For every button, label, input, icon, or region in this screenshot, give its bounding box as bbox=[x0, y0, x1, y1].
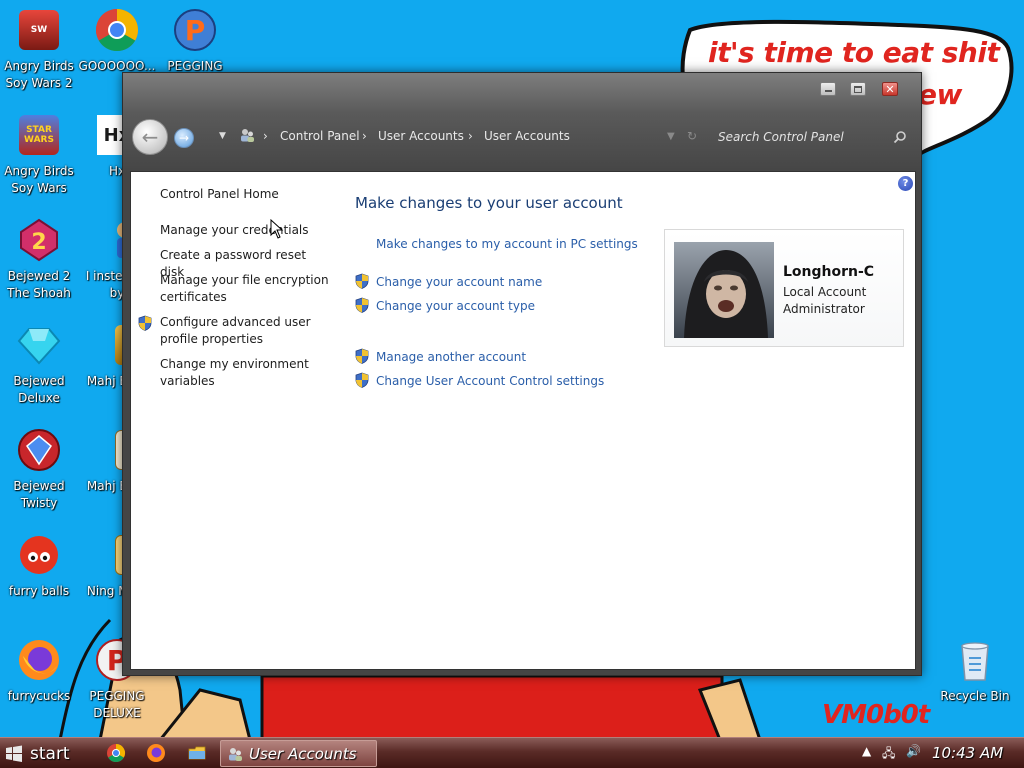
bejeweled-twist-icon bbox=[17, 428, 61, 472]
desktop-icon-pegging[interactable]: P PEGGING bbox=[156, 8, 234, 75]
desktop-icon-angry-birds-soy-wars-2[interactable]: SW Angry Birds Soy Wars 2 bbox=[0, 8, 78, 92]
desktop-icon-label: Bejewed 2 The Shoah bbox=[7, 269, 71, 300]
manage-another-account-link[interactable]: Manage another account bbox=[376, 349, 526, 365]
help-button[interactable]: ? bbox=[898, 176, 913, 191]
svg-text:2: 2 bbox=[31, 230, 46, 255]
pc-settings-link[interactable]: Make changes to my account in PC setting… bbox=[376, 236, 638, 252]
bejeweled-2-icon: 2 bbox=[17, 218, 61, 262]
start-label: start bbox=[30, 743, 70, 764]
uac-settings-link[interactable]: Change User Account Control settings bbox=[376, 373, 604, 389]
breadcrumb-user-accounts-current[interactable]: User Accounts bbox=[484, 129, 570, 143]
wallpaper-bubble-text: it's time to eat shit bbox=[708, 36, 1000, 69]
account-card: Longhorn-C Local Account Administrator bbox=[664, 229, 904, 347]
taskbar-button-user-accounts[interactable]: User Accounts bbox=[220, 740, 377, 767]
furry-balls-icon bbox=[17, 533, 61, 577]
recent-pages-dropdown[interactable]: ▼ bbox=[219, 131, 226, 141]
desktop-icon-label: PEGGING DELUXE bbox=[89, 689, 145, 720]
breadcrumb-user-accounts[interactable]: User Accounts bbox=[378, 129, 464, 143]
user-accounts-icon bbox=[229, 747, 242, 761]
angry-birds-star-wars-icon: STAR WARS bbox=[17, 113, 61, 157]
taskbar-task-label: User Accounts bbox=[249, 744, 357, 763]
breadcrumb-control-panel[interactable]: Control Panel bbox=[280, 129, 360, 143]
maximize-button[interactable] bbox=[850, 82, 866, 96]
desktop-icon-furrycucks[interactable]: furrycucks bbox=[0, 638, 78, 705]
desktop-icon-bejewed-deluxe[interactable]: Bejewed Deluxe bbox=[0, 323, 78, 407]
breadcrumb-separator: › bbox=[263, 129, 268, 143]
network-icon[interactable]: 🖧 bbox=[882, 744, 895, 765]
minimize-icon bbox=[824, 90, 832, 92]
account-name: Longhorn-C bbox=[783, 264, 875, 280]
sidebar-item-environment-variables[interactable]: Change my environment variables bbox=[160, 356, 330, 390]
search-icon[interactable] bbox=[893, 130, 907, 144]
chrome-icon bbox=[95, 8, 139, 52]
sidebar-item-manage-credentials[interactable]: Manage your credentials bbox=[160, 222, 330, 239]
uac-shield-icon bbox=[138, 315, 152, 331]
taskbar-clock[interactable]: 10:43 AM bbox=[932, 744, 1003, 762]
maximize-icon bbox=[854, 85, 862, 93]
show-hidden-icons-button[interactable]: ▲ bbox=[862, 744, 871, 758]
account-picture bbox=[674, 242, 774, 338]
svg-text:P: P bbox=[185, 14, 206, 47]
close-button[interactable]: ✕ bbox=[882, 82, 898, 96]
arrow-right-icon: → bbox=[178, 131, 190, 145]
page-title: Make changes to your user account bbox=[355, 194, 623, 212]
arrow-left-icon: ← bbox=[141, 125, 159, 149]
user-accounts-icon bbox=[241, 129, 254, 142]
sidebar-item-advanced-user-profile[interactable]: Configure advanced user profile properti… bbox=[160, 314, 330, 348]
windows-logo-icon bbox=[6, 745, 22, 762]
back-button[interactable]: ← bbox=[132, 119, 168, 155]
help-icon: ? bbox=[902, 178, 909, 189]
angry-birds-star-wars-2-icon: SW bbox=[17, 8, 61, 52]
account-role: Administrator bbox=[783, 302, 865, 316]
desktop-icon-label: Angry Birds Soy Wars bbox=[4, 164, 74, 195]
address-history-dropdown[interactable]: ▼ bbox=[667, 131, 675, 142]
firefox-icon bbox=[17, 638, 61, 682]
change-account-type-link[interactable]: Change your account type bbox=[376, 298, 535, 314]
firefox-taskbar-icon[interactable] bbox=[146, 743, 166, 763]
sidebar-item-control-panel-home[interactable]: Control Panel Home bbox=[160, 186, 330, 203]
desktop-icon-bejewed-2[interactable]: 2 Bejewed 2 The Shoah bbox=[0, 218, 78, 302]
breadcrumb-separator: › bbox=[468, 129, 473, 143]
desktop-icon-bejewed-twisty[interactable]: Bejewed Twisty bbox=[0, 428, 78, 512]
bejeweled-deluxe-icon bbox=[17, 323, 61, 367]
minimize-button[interactable] bbox=[820, 82, 836, 96]
uac-shield-icon bbox=[355, 297, 369, 313]
refresh-icon[interactable]: ↻ bbox=[687, 129, 697, 143]
recycle-bin-icon bbox=[953, 638, 997, 682]
window-content: ? Control Panel Home Manage your credent… bbox=[130, 171, 916, 670]
search-input[interactable] bbox=[716, 125, 912, 149]
uac-shield-icon bbox=[355, 372, 369, 388]
desktop-icon-angry-birds-soy-wars[interactable]: STAR WARS Angry Birds Soy Wars bbox=[0, 113, 78, 197]
sidebar-item-file-encryption-certificates[interactable]: Manage your file encryption certificates bbox=[160, 272, 330, 306]
volume-icon[interactable]: 🔊 bbox=[906, 744, 921, 758]
desktop-icon-label: Recycle Bin bbox=[940, 689, 1010, 703]
desktop-icon-label: Angry Birds Soy Wars 2 bbox=[4, 59, 74, 90]
desktop-icon-label: Bejewed Deluxe bbox=[13, 374, 65, 405]
forward-button[interactable]: → bbox=[174, 128, 194, 148]
file-explorer-taskbar-icon[interactable] bbox=[187, 743, 207, 763]
desktop-icon-label: furrycucks bbox=[7, 689, 71, 703]
uac-shield-icon bbox=[355, 273, 369, 289]
uac-shield-icon bbox=[355, 348, 369, 364]
start-button[interactable]: start bbox=[4, 740, 78, 767]
desktop-icon-furry-balls[interactable]: furry balls bbox=[0, 533, 78, 600]
breadcrumb-separator: › bbox=[362, 129, 367, 143]
chrome-taskbar-icon[interactable] bbox=[106, 743, 126, 763]
desktop-icon-label: furry balls bbox=[8, 584, 70, 598]
wallpaper-bubble-text-2: ew bbox=[918, 78, 962, 111]
mouse-cursor-icon bbox=[270, 219, 284, 239]
account-type: Local Account bbox=[783, 285, 867, 299]
desktop-icon-chrome[interactable]: GOOOOOO... bbox=[78, 8, 156, 75]
change-account-name-link[interactable]: Change your account name bbox=[376, 274, 542, 290]
user-accounts-window: ✕ ← → ▼ › Control Panel › User Accounts … bbox=[122, 72, 922, 676]
pegging-icon: P bbox=[173, 8, 217, 52]
taskbar: start User Accounts ▲ 🖧 🔊 10:43 AM bbox=[0, 737, 1024, 768]
close-icon: ✕ bbox=[885, 82, 895, 96]
desktop-icon-label: Bejewed Twisty bbox=[13, 479, 65, 510]
desktop-icon-recycle-bin[interactable]: Recycle Bin bbox=[936, 638, 1014, 705]
wallpaper-watermark: VM0b0t bbox=[822, 700, 930, 730]
